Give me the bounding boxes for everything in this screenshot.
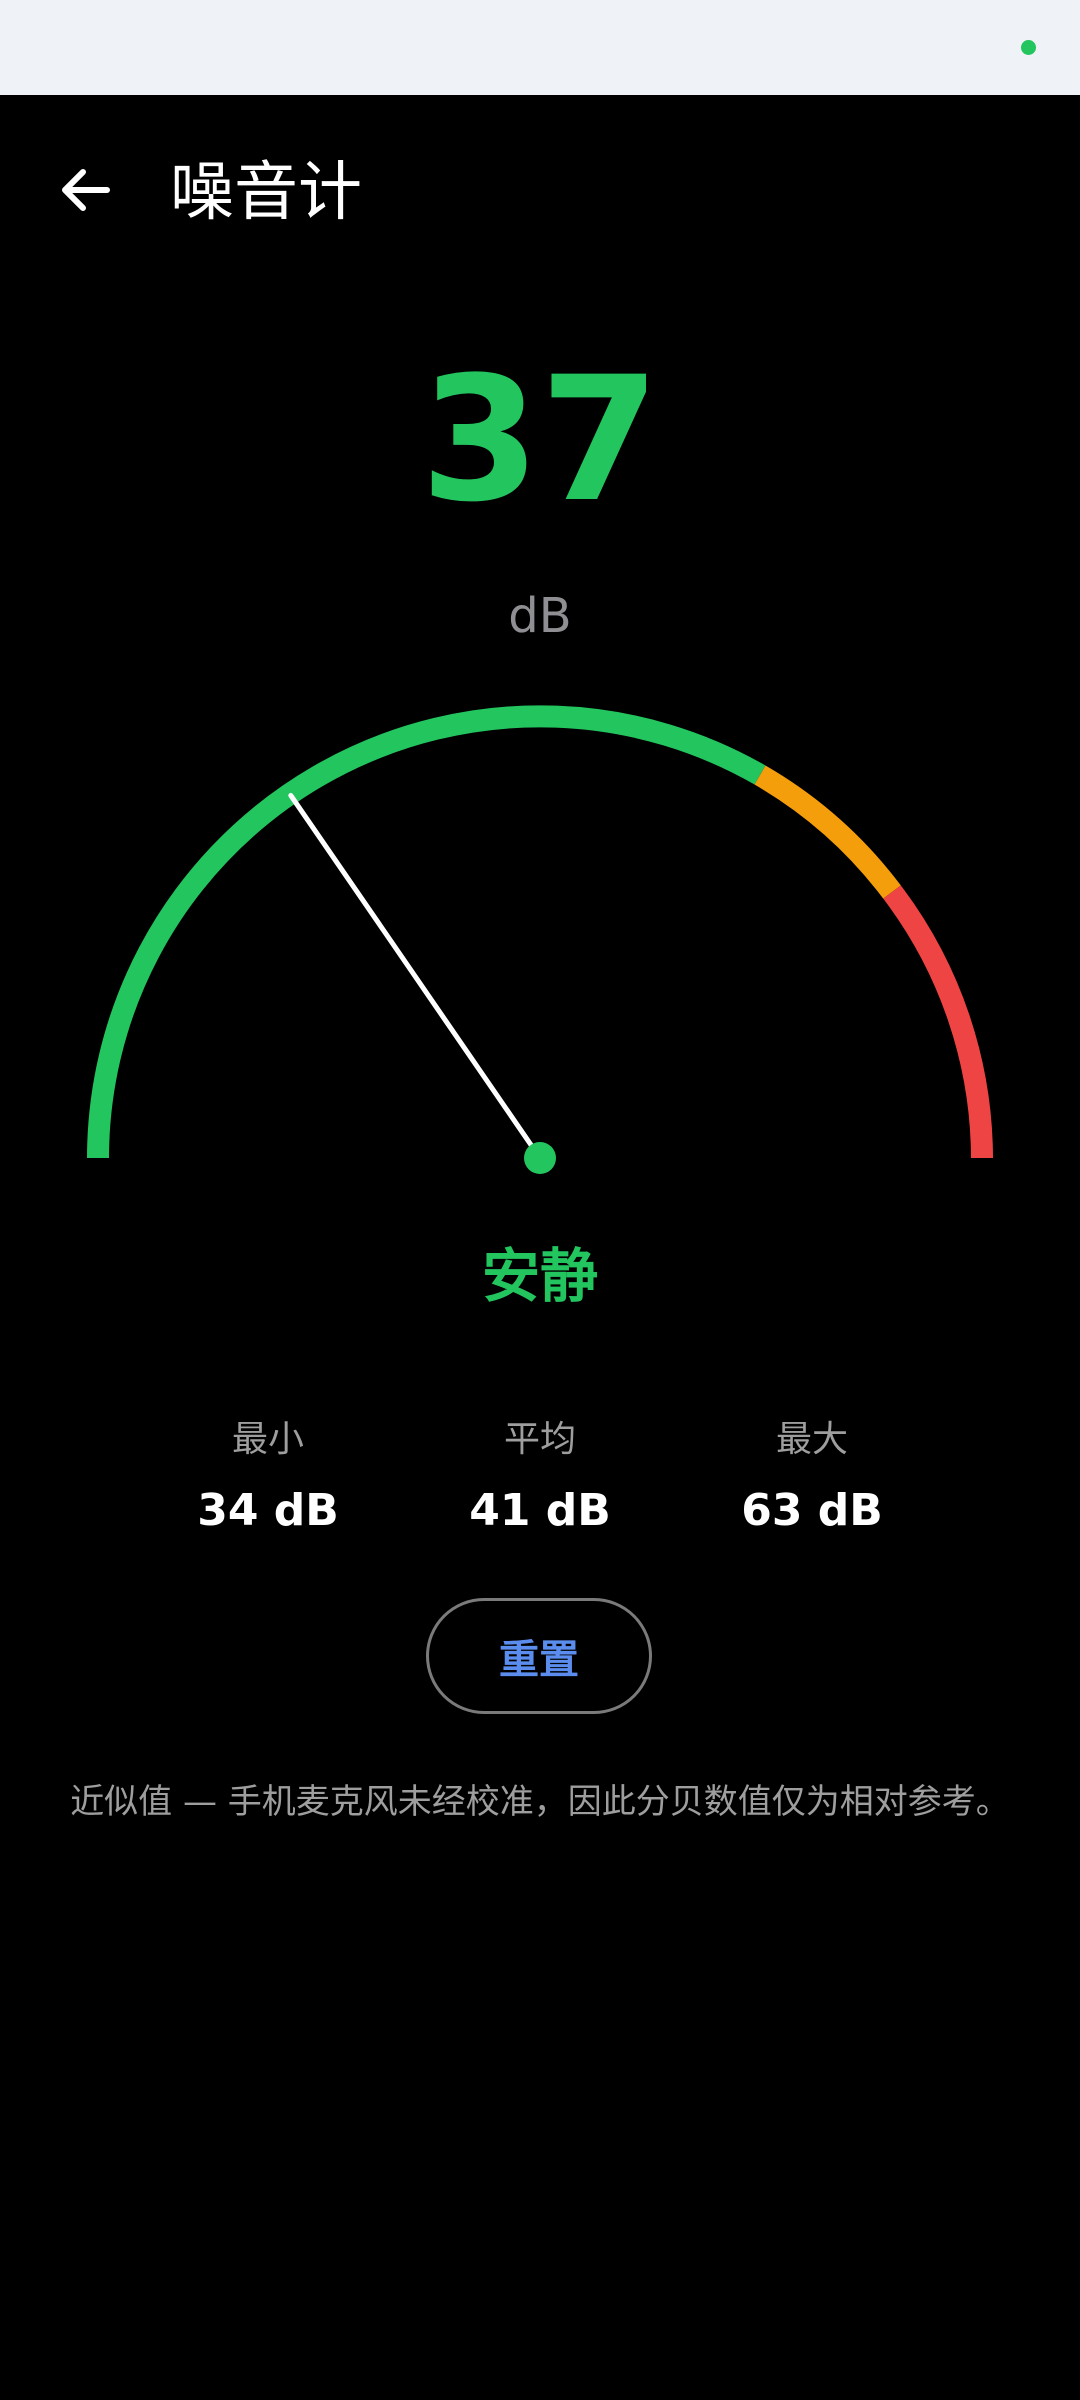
- gauge-arc-loud: [883, 885, 993, 1159]
- stat-min: 最小 34 dB: [132, 1415, 404, 1539]
- disclaimer-text: 近似值 — 手机麦克风未经校准，因此分贝数值仅为相对参考。: [70, 1782, 1010, 1822]
- stat-max-label: 最大: [775, 1419, 848, 1460]
- gauge-arc-moderate: [754, 765, 901, 899]
- app-bar: 噪音计: [0, 95, 1080, 285]
- stat-avg: 平均 41 dB: [404, 1415, 676, 1539]
- stat-max-value: 63 dB: [741, 1485, 883, 1536]
- decibel-unit: dB: [508, 588, 572, 644]
- status-bar: [0, 0, 1080, 95]
- gauge-arc-quiet: [87, 705, 766, 1159]
- gauge-needle-hub: [524, 1142, 556, 1174]
- decibel-reading: 37: [420, 339, 660, 540]
- stat-avg-value: 41 dB: [469, 1485, 611, 1536]
- recording-indicator-dot: [1021, 40, 1036, 55]
- gauge-needle: [288, 792, 543, 1161]
- back-button[interactable]: [40, 145, 130, 235]
- stat-min-value: 34 dB: [197, 1485, 339, 1536]
- noise-level-label: 安静: [481, 1242, 598, 1310]
- stat-min-label: 最小: [231, 1419, 304, 1460]
- stat-max: 最大 63 dB: [676, 1415, 948, 1539]
- page-title: 噪音计: [170, 156, 362, 230]
- reset-button[interactable]: 重置: [426, 1598, 652, 1714]
- decibel-gauge: [87, 705, 993, 1174]
- arrow-left-icon: [62, 169, 110, 211]
- stat-avg-label: 平均: [503, 1419, 576, 1460]
